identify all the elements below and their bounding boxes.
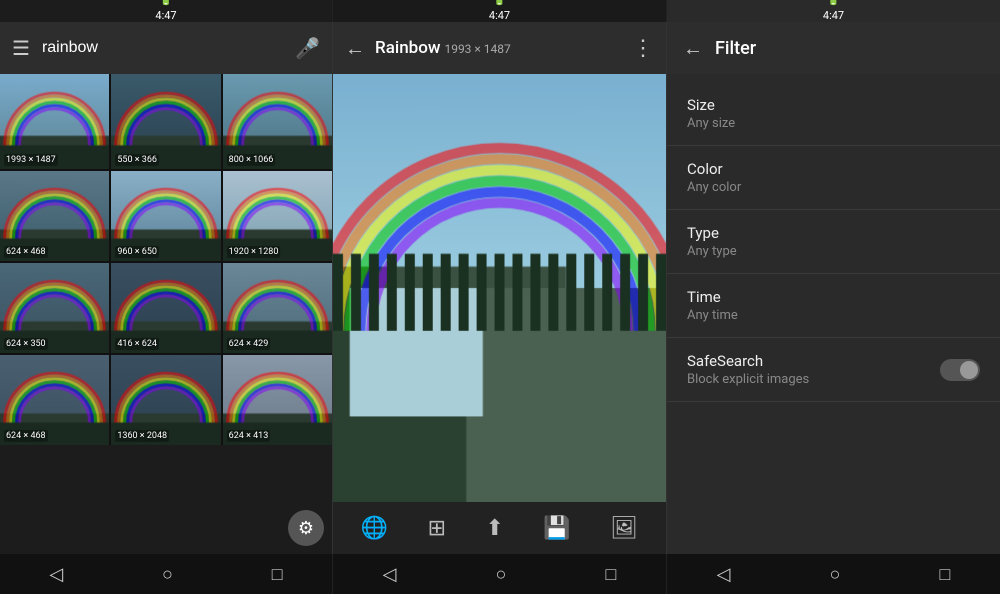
image-label: 624 × 468 <box>4 430 48 442</box>
filter-value: Any size <box>687 116 735 131</box>
search-bar: ☰ 🎤 <box>0 22 332 74</box>
filter-value: Any color <box>687 180 741 195</box>
filter-item-text: Color Any color <box>687 160 741 195</box>
battery-icon: 🔋 <box>159 0 173 6</box>
home-nav-mid[interactable]: ○ <box>482 558 521 591</box>
grid-item[interactable]: 624 × 429 <box>223 263 332 353</box>
filter-list: Size Any size Color Any color Type Any type Ti… <box>667 74 1000 554</box>
filter-title: Filter <box>715 38 756 59</box>
image-label: 960 × 650 <box>115 246 159 258</box>
filter-label: Time <box>687 288 738 306</box>
nav-bars: ◁ ○ □ ◁ ○ □ ◁ ○ □ <box>0 554 1000 594</box>
battery-icon-mid: 🔋 <box>493 0 507 6</box>
filter-label: Size <box>687 96 735 114</box>
grid-item[interactable]: 1360 × 2048 <box>111 355 220 445</box>
image-grid-wrapper: 1993 × 1487 550 × 366 800 × 1066 624 × 468 9… <box>0 74 332 554</box>
filter-fab-button[interactable]: ⚙ <box>288 510 324 546</box>
main-image <box>333 74 666 502</box>
filter-toolbar: ← Filter <box>667 22 1000 74</box>
image-label: 624 × 468 <box>4 246 48 258</box>
image-title: Rainbow <box>375 38 440 58</box>
filter-label: SafeSearch <box>687 352 809 370</box>
filter-item-time[interactable]: Time Any time <box>667 274 1000 338</box>
image-grid: 1993 × 1487 550 × 366 800 × 1066 624 × 468 9… <box>0 74 332 445</box>
grid-item[interactable]: 960 × 650 <box>111 171 220 261</box>
back-button-mid[interactable]: ← <box>345 36 365 61</box>
status-bar-left: 3G 🔋 4:47 <box>0 0 333 22</box>
back-button-filter[interactable]: ← <box>683 36 703 61</box>
image-dimensions: 1993 × 1487 <box>444 42 510 56</box>
main-image-area <box>333 74 666 502</box>
mid-title-area: Rainbow 1993 × 1487 <box>375 38 622 58</box>
filter-item-text: Size Any size <box>687 96 735 131</box>
filter-item-safesearch[interactable]: SafeSearch Block explicit images <box>667 338 1000 402</box>
image-label: 550 × 366 <box>115 154 159 166</box>
app-body: ☰ 🎤 1993 × 1487 550 × 366 800 × 1066 624 × … <box>0 22 1000 554</box>
grid-item[interactable]: 800 × 1066 <box>223 74 332 169</box>
filter-label: Type <box>687 224 737 242</box>
home-nav-right[interactable]: ○ <box>816 558 855 591</box>
image-label: 1360 × 2048 <box>115 430 169 442</box>
filter-item-text: Type Any type <box>687 224 737 259</box>
mid-toolbar: ← Rainbow 1993 × 1487 ⋮ <box>333 22 666 74</box>
battery-icon-right: 🔋 <box>827 0 841 6</box>
filter-value: Any type <box>687 244 737 259</box>
nav-bar-left: ◁ ○ □ <box>0 554 333 594</box>
grid-item[interactable]: 624 × 350 <box>0 263 109 353</box>
back-nav-mid[interactable]: ◁ <box>369 558 411 591</box>
image-label: 1993 × 1487 <box>4 154 58 166</box>
grid-item[interactable]: 624 × 468 <box>0 355 109 445</box>
image-label: 416 × 624 <box>115 338 159 350</box>
globe-icon[interactable]: 🌐 <box>355 510 394 547</box>
gallery-icon[interactable]: 🖼 <box>604 510 644 547</box>
grid-item[interactable]: 416 × 624 <box>111 263 220 353</box>
mid-bottom-bar: 🌐 ⊞ ⬆ 💾 🖼 <box>333 502 666 554</box>
filter-label: Color <box>687 160 741 178</box>
mic-icon[interactable]: 🎤 <box>295 36 320 60</box>
grid-item[interactable]: 1993 × 1487 <box>0 74 109 169</box>
status-bar-mid: 3G 🔋 4:47 <box>333 0 667 22</box>
home-nav-left[interactable]: ○ <box>148 558 187 591</box>
image-label: 624 × 413 <box>227 430 271 442</box>
filter-item-type[interactable]: Type Any type <box>667 210 1000 274</box>
filter-item-text: SafeSearch Block explicit images <box>687 352 809 387</box>
filter-item-text: Time Any time <box>687 288 738 323</box>
menu-icon[interactable]: ☰ <box>12 36 30 60</box>
image-label: 1920 × 1280 <box>227 246 281 258</box>
safesearch-toggle[interactable] <box>940 359 980 381</box>
recent-nav-mid[interactable]: □ <box>592 558 631 591</box>
image-label: 624 × 429 <box>227 338 271 350</box>
recent-nav-left[interactable]: □ <box>258 558 297 591</box>
back-nav-right[interactable]: ◁ <box>703 558 745 591</box>
grid-item[interactable]: 624 × 413 <box>223 355 332 445</box>
mid-panel: ← Rainbow 1993 × 1487 ⋮ 🌐 ⊞ ⬆ 💾 🖼 <box>333 22 667 554</box>
nav-bar-right: ◁ ○ □ <box>667 554 1000 594</box>
time-left: 4:47 <box>155 9 176 22</box>
filter-value: Any time <box>687 308 738 323</box>
share-icon[interactable]: ⬆ <box>480 510 510 547</box>
status-bar-right: 3G 🔋 4:47 <box>667 0 1000 22</box>
search-input[interactable] <box>42 39 283 57</box>
save-icon[interactable]: 💾 <box>537 510 576 547</box>
grid-item[interactable]: 550 × 366 <box>111 74 220 169</box>
image-label: 800 × 1066 <box>227 154 276 166</box>
image-search-icon[interactable]: ⊞ <box>422 510 452 547</box>
toggle-thumb <box>960 361 978 379</box>
more-options-button[interactable]: ⋮ <box>632 36 654 61</box>
filter-item-color[interactable]: Color Any color <box>667 146 1000 210</box>
image-label: 624 × 350 <box>4 338 48 350</box>
right-panel: ← Filter Size Any size Color Any color Type A… <box>667 22 1000 554</box>
recent-nav-right[interactable]: □ <box>926 558 965 591</box>
status-bars: 3G 🔋 4:47 3G 🔋 4:47 3G 🔋 4:47 <box>0 0 1000 22</box>
filter-item-size[interactable]: Size Any size <box>667 82 1000 146</box>
filter-value: Block explicit images <box>687 372 809 387</box>
grid-item[interactable]: 1920 × 1280 <box>223 171 332 261</box>
back-nav-left[interactable]: ◁ <box>35 558 77 591</box>
time-mid: 4:47 <box>489 9 510 22</box>
grid-item[interactable]: 624 × 468 <box>0 171 109 261</box>
left-panel: ☰ 🎤 1993 × 1487 550 × 366 800 × 1066 624 × … <box>0 22 333 554</box>
nav-bar-mid: ◁ ○ □ <box>333 554 667 594</box>
time-right: 4:47 <box>823 9 844 22</box>
